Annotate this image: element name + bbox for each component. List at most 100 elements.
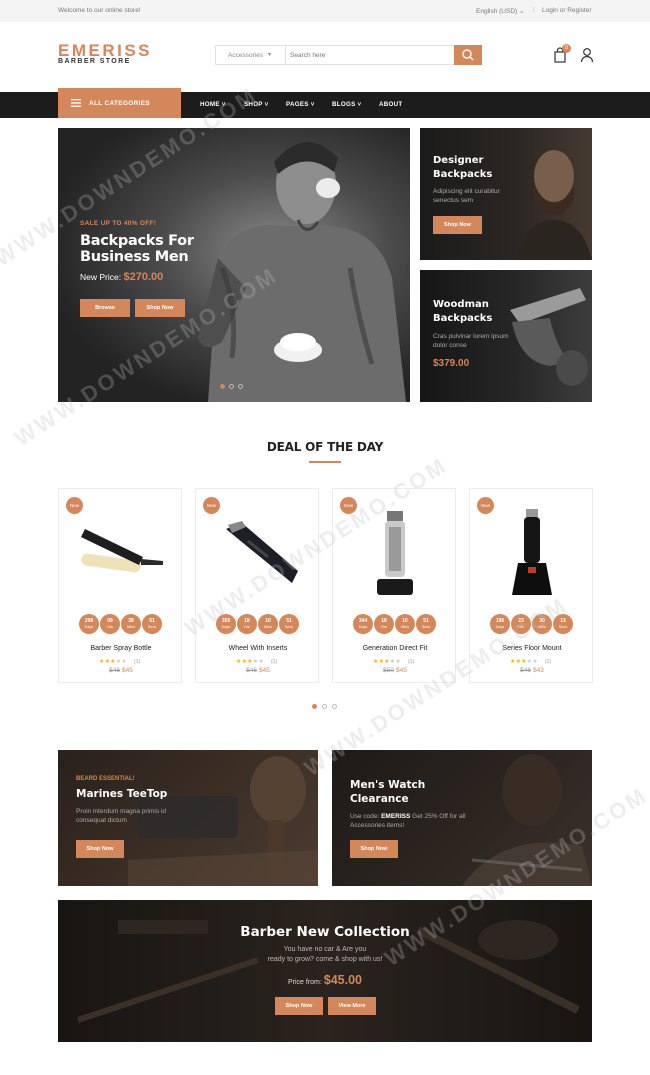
account-button[interactable] <box>580 47 594 63</box>
welcome-text: Welcome to our online store! <box>58 7 141 14</box>
search-category-select[interactable]: Accessories <box>228 52 263 59</box>
old-price: $46 <box>109 667 120 674</box>
countdown-unit: Secs <box>147 625 157 629</box>
promo-title: Men's Watch Clearance <box>350 779 426 805</box>
hero-price-value: $270.00 <box>123 271 164 283</box>
countdown-unit: Mins <box>400 625 410 629</box>
product-name[interactable]: Barber Spray Bottle <box>59 645 183 652</box>
carousel-dot[interactable] <box>332 704 337 709</box>
menu-icon <box>71 99 81 107</box>
price-from-value: $45.00 <box>323 973 363 987</box>
view-more-button[interactable]: View More <box>328 997 376 1015</box>
search-icon <box>462 49 474 61</box>
search-button[interactable] <box>454 45 482 65</box>
countdown-value: 51 <box>423 618 429 624</box>
hero-title: Backpacks For Business Men <box>80 233 194 265</box>
promo-desc-text: Use code: <box>350 813 380 820</box>
countdown-value: 38 <box>128 618 134 624</box>
all-categories-button[interactable]: ALL CATEGORIES <box>58 88 181 118</box>
countdown-days: 344 Days <box>353 614 373 634</box>
countdown-value: 51 <box>286 618 292 624</box>
new-collection-banner: Barber New Collection You have no car & … <box>58 900 592 1042</box>
product-image <box>512 509 552 595</box>
countdown-hours: 09 Hrs <box>100 614 120 634</box>
new-price: $43 <box>533 667 544 674</box>
caret-down-icon: ▾ <box>268 52 272 58</box>
old-price: $50 <box>383 667 394 674</box>
side-banner-desc: Cras pulvinar lorem ipsum dolor conse <box>433 333 509 349</box>
product-image <box>81 529 163 573</box>
side-shop-now-button[interactable]: Shop Now <box>433 216 482 234</box>
woodman-backpacks-banner[interactable]: Woodman Backpacks Cras pulvinar lorem ip… <box>420 270 592 402</box>
nav-item-blogs[interactable]: BLOGS ˅ <box>332 101 361 108</box>
countdown-hours: 18 Hrs <box>374 614 394 634</box>
promo-code: EMERISS <box>381 813 411 820</box>
countdown-unit: Days <box>358 625 368 629</box>
old-price: $46 <box>520 667 531 674</box>
countdown-unit: Secs <box>421 625 431 629</box>
section-title: DEAL OF THE DAY <box>266 440 384 454</box>
nav-label: PAGES <box>286 101 309 108</box>
section-title-underline <box>309 461 341 463</box>
language-currency-selector[interactable]: English (USD) ⌄ <box>476 7 524 15</box>
countdown-unit: Hrs <box>244 625 250 629</box>
promo-desc: Use code: EMERISS Get 25% Off for all Ac… <box>350 812 470 830</box>
product-card[interactable]: New 298 Days 09 Hrs 38 Mins 51 Secs Barber S… <box>58 488 182 683</box>
collection-text: ready to grow? come & shop with us! <box>267 956 383 963</box>
collection-price: Price from: $45.00 <box>58 973 592 987</box>
review-count: (1) <box>134 659 141 665</box>
browse-button[interactable]: Browse <box>80 299 130 317</box>
promo-shop-now-button[interactable]: Shop Now <box>350 840 398 858</box>
chevron-down-icon: ⌄ <box>519 8 525 15</box>
carousel-dot-active[interactable] <box>312 704 317 709</box>
new-price: $45 <box>259 667 270 674</box>
new-price: $45 <box>396 667 407 674</box>
countdown-minutes: 10 Mins <box>395 614 415 634</box>
login-register-link[interactable]: Login or Register <box>542 7 592 14</box>
search-bar: Accessories ▾ <box>215 45 482 65</box>
barber-portrait-image <box>516 150 592 260</box>
star-rating: ★★★★★ <box>236 659 264 665</box>
slider-dot[interactable] <box>238 384 243 389</box>
carousel-dot[interactable] <box>322 704 327 709</box>
countdown-value: 10 <box>402 618 408 624</box>
collection-shop-now-button[interactable]: Shop Now <box>275 997 323 1015</box>
countdown-hours: 18 Hrs <box>237 614 257 634</box>
divider: | <box>533 6 535 13</box>
user-icon <box>580 48 594 63</box>
collection-text: You have no car & Are you <box>283 946 367 953</box>
slider-dot[interactable] <box>229 384 234 389</box>
countdown-unit: Days <box>84 625 94 629</box>
chevron-down-icon: ˅ <box>357 101 362 108</box>
search-input[interactable] <box>290 48 450 62</box>
countdown-value: 298 <box>84 618 94 624</box>
countdown-unit: Mins <box>126 625 136 629</box>
marines-teetop-banner[interactable]: BEARD ESSENTIAL! Marines TeeTop Proin in… <box>58 750 318 886</box>
nav-item-about[interactable]: ABOUT <box>379 101 403 108</box>
product-name[interactable]: Wheel With Inserts <box>196 645 320 652</box>
hero-slider[interactable]: SALE UP TO 40% OFF! Backpacks For Busine… <box>58 128 410 402</box>
promo-shop-now-button[interactable]: Shop Now <box>76 840 124 858</box>
designer-backpacks-banner[interactable]: Designer Backpacks Adipiscing elit curab… <box>420 128 592 260</box>
old-price: $46 <box>246 667 257 674</box>
nav-label: BLOGS <box>332 101 356 108</box>
countdown-seconds: 51 Secs <box>416 614 436 634</box>
search-divider <box>285 46 286 64</box>
chevron-down-icon: ˅ <box>310 101 315 108</box>
slider-dot-active[interactable] <box>220 384 225 389</box>
promo-subtitle: BEARD ESSENTIAL! <box>76 776 135 782</box>
logo-subtitle: BARBER STORE <box>58 58 131 65</box>
price-from-label: Price from: <box>287 979 322 986</box>
nav-label: ABOUT <box>379 101 403 108</box>
hero-shop-now-button[interactable]: Shop Now <box>135 299 185 317</box>
countdown-seconds: 51 Secs <box>279 614 299 634</box>
nav-item-pages[interactable]: PAGES ˅ <box>286 101 315 108</box>
countdown-unit: Hrs <box>381 625 387 629</box>
promo-desc: Proin interdum magna primis id consequat… <box>76 808 166 824</box>
product-price: $46 $45 <box>59 667 183 674</box>
countdown-value: 18 <box>244 618 250 624</box>
barber-tools-background <box>77 920 580 1023</box>
product-name[interactable]: Generation Direct Fit <box>333 645 457 652</box>
all-categories-label: ALL CATEGORIES <box>89 100 151 107</box>
countdown-unit: Mins <box>263 625 273 629</box>
